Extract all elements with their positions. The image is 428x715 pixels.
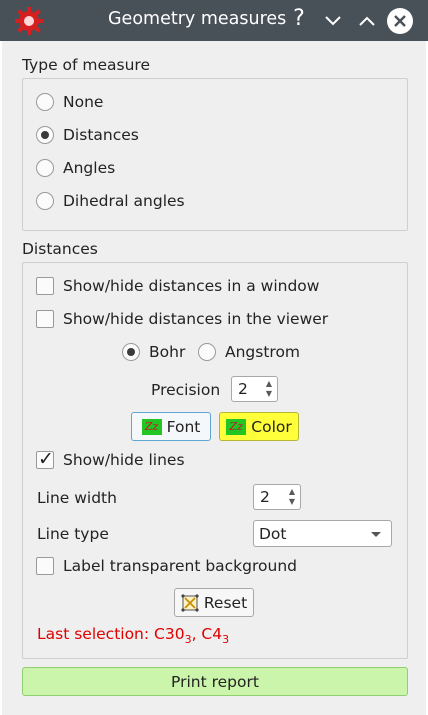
spin-arrows-icon[interactable]: ▲ ▼ <box>261 377 277 401</box>
radio-angles-label: Angles <box>63 159 116 177</box>
font-button[interactable]: Zz Font <box>131 412 211 441</box>
title-bar: Geometry measures ? <box>0 0 428 41</box>
line-type-select[interactable]: Dot <box>253 520 392 547</box>
chevron-down-icon[interactable] <box>371 532 381 537</box>
precision-spinbox[interactable]: 2 ▲ ▼ <box>231 376 278 402</box>
show-distances-window-box[interactable] <box>36 277 54 295</box>
line-type-value: Dot <box>259 524 287 543</box>
maximize-icon[interactable] <box>354 8 380 34</box>
app-icon <box>15 7 43 35</box>
radio-bohr[interactable]: Bohr <box>122 343 185 361</box>
minimize-icon[interactable] <box>320 8 346 34</box>
show-lines-checkbox[interactable]: Show/hide lines <box>36 448 185 470</box>
font-button-label: Font <box>166 417 201 436</box>
radio-angles-indicator[interactable] <box>36 159 54 177</box>
last-selection-prefix: Last selection: C30 <box>37 625 185 643</box>
last-selection-sub2: 3 <box>222 633 230 647</box>
distances-label: Distances <box>22 240 98 258</box>
help-icon[interactable]: ? <box>286 5 312 31</box>
radio-bohr-label: Bohr <box>149 343 186 361</box>
precision-value: 2 <box>238 380 248 398</box>
radio-dihedral-label: Dihedral angles <box>63 192 185 210</box>
last-selection-sub1: 3 <box>184 633 192 647</box>
line-width-label: Line width <box>37 489 117 507</box>
radio-distances-indicator[interactable] <box>36 126 54 144</box>
font-swatch-icon: Zz <box>141 418 162 435</box>
type-of-measure-label: Type of measure <box>22 56 150 74</box>
label-transparent-checkbox[interactable]: Label transparent background <box>36 557 297 575</box>
window-title: Geometry measures <box>108 9 287 29</box>
show-distances-window-label: Show/hide distances in a window <box>63 277 320 295</box>
radio-distances[interactable]: Distances <box>36 126 139 144</box>
print-report-label: Print report <box>171 672 259 691</box>
spin-arrows-icon[interactable]: ▲ ▼ <box>284 485 300 509</box>
line-width-value: 2 <box>260 488 270 506</box>
radio-none-indicator[interactable] <box>36 93 54 111</box>
radio-none-label: None <box>63 93 104 111</box>
reset-icon <box>181 593 199 612</box>
radio-distances-label: Distances <box>63 126 139 144</box>
line-type-label: Line type <box>37 525 109 543</box>
color-swatch-icon: Zz <box>226 418 247 435</box>
show-distances-viewer-checkbox[interactable]: Show/hide distances in the viewer <box>36 310 328 328</box>
label-transparent-box[interactable] <box>36 557 54 575</box>
show-distances-viewer-box[interactable] <box>36 310 54 328</box>
radio-angstrom[interactable]: Angstrom <box>198 343 300 361</box>
print-report-button[interactable]: Print report <box>22 667 408 696</box>
close-icon[interactable] <box>387 8 413 34</box>
last-selection-mid: , C4 <box>191 625 223 643</box>
show-distances-window-checkbox[interactable]: Show/hide distances in a window <box>36 277 319 295</box>
reset-button-label: Reset <box>203 593 248 612</box>
show-lines-label: Show/hide lines <box>63 451 185 469</box>
line-width-spinbox[interactable]: 2 ▲ ▼ <box>253 484 301 510</box>
dialog-body: Type of measure None Distances Angles Di… <box>2 41 426 715</box>
show-lines-box[interactable] <box>36 448 54 470</box>
show-distances-viewer-label: Show/hide distances in the viewer <box>63 310 329 328</box>
precision-label: Precision <box>151 381 221 399</box>
radio-angstrom-label: Angstrom <box>225 343 301 361</box>
radio-angstrom-indicator[interactable] <box>198 343 216 361</box>
reset-button[interactable]: Reset <box>174 588 254 617</box>
color-button[interactable]: Zz Color <box>219 412 299 441</box>
label-transparent-label: Label transparent background <box>63 557 297 575</box>
color-button-label: Color <box>251 417 292 436</box>
last-selection-status: Last selection: C303, C43 <box>37 625 229 646</box>
radio-dihedral-angles[interactable]: Dihedral angles <box>36 192 185 210</box>
radio-angles[interactable]: Angles <box>36 159 115 177</box>
radio-dihedral-indicator[interactable] <box>36 192 54 210</box>
radio-none[interactable]: None <box>36 93 103 111</box>
radio-bohr-indicator[interactable] <box>122 343 140 361</box>
